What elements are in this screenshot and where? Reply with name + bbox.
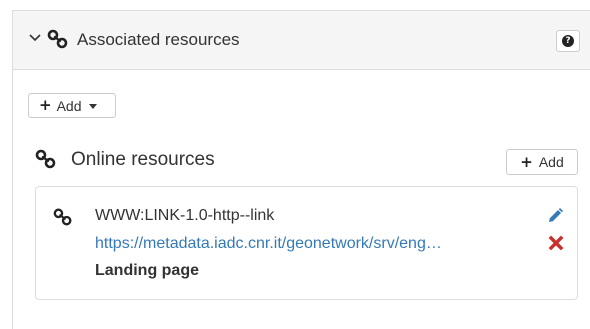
resource-url-link[interactable]: https://metadata.iadc.cnr.it/geonetwork/… (95, 235, 525, 253)
associated-resources-panel: Associated resources ? + Add Online reso… (12, 10, 590, 329)
caret-down-icon (88, 104, 97, 109)
add-dropdown-button[interactable]: + Add (28, 93, 116, 118)
add-online-resource-button[interactable]: + Add (506, 149, 578, 175)
link-icon (35, 149, 56, 169)
resource-description: Landing page (95, 262, 199, 279)
question-circle-icon: ? (562, 35, 574, 47)
link-icon (53, 208, 72, 226)
plus-icon: + (39, 96, 52, 114)
add-button-label: Add (538, 154, 564, 170)
link-icon (47, 29, 68, 49)
add-dropdown-label: Add (56, 97, 82, 114)
help-button[interactable]: ? (556, 30, 580, 52)
panel-header[interactable]: Associated resources ? (13, 11, 590, 70)
chevron-down-icon[interactable] (28, 31, 42, 45)
resource-protocol: WWW:LINK-1.0-http--link (95, 207, 275, 224)
section-title-online-resources: Online resources (71, 149, 215, 170)
plus-icon: + (520, 152, 533, 171)
online-resource-card: WWW:LINK-1.0-http--link https://metadata… (35, 186, 578, 300)
panel-title: Associated resources (77, 30, 240, 49)
pencil-icon[interactable] (546, 207, 564, 225)
close-icon[interactable] (548, 235, 564, 251)
